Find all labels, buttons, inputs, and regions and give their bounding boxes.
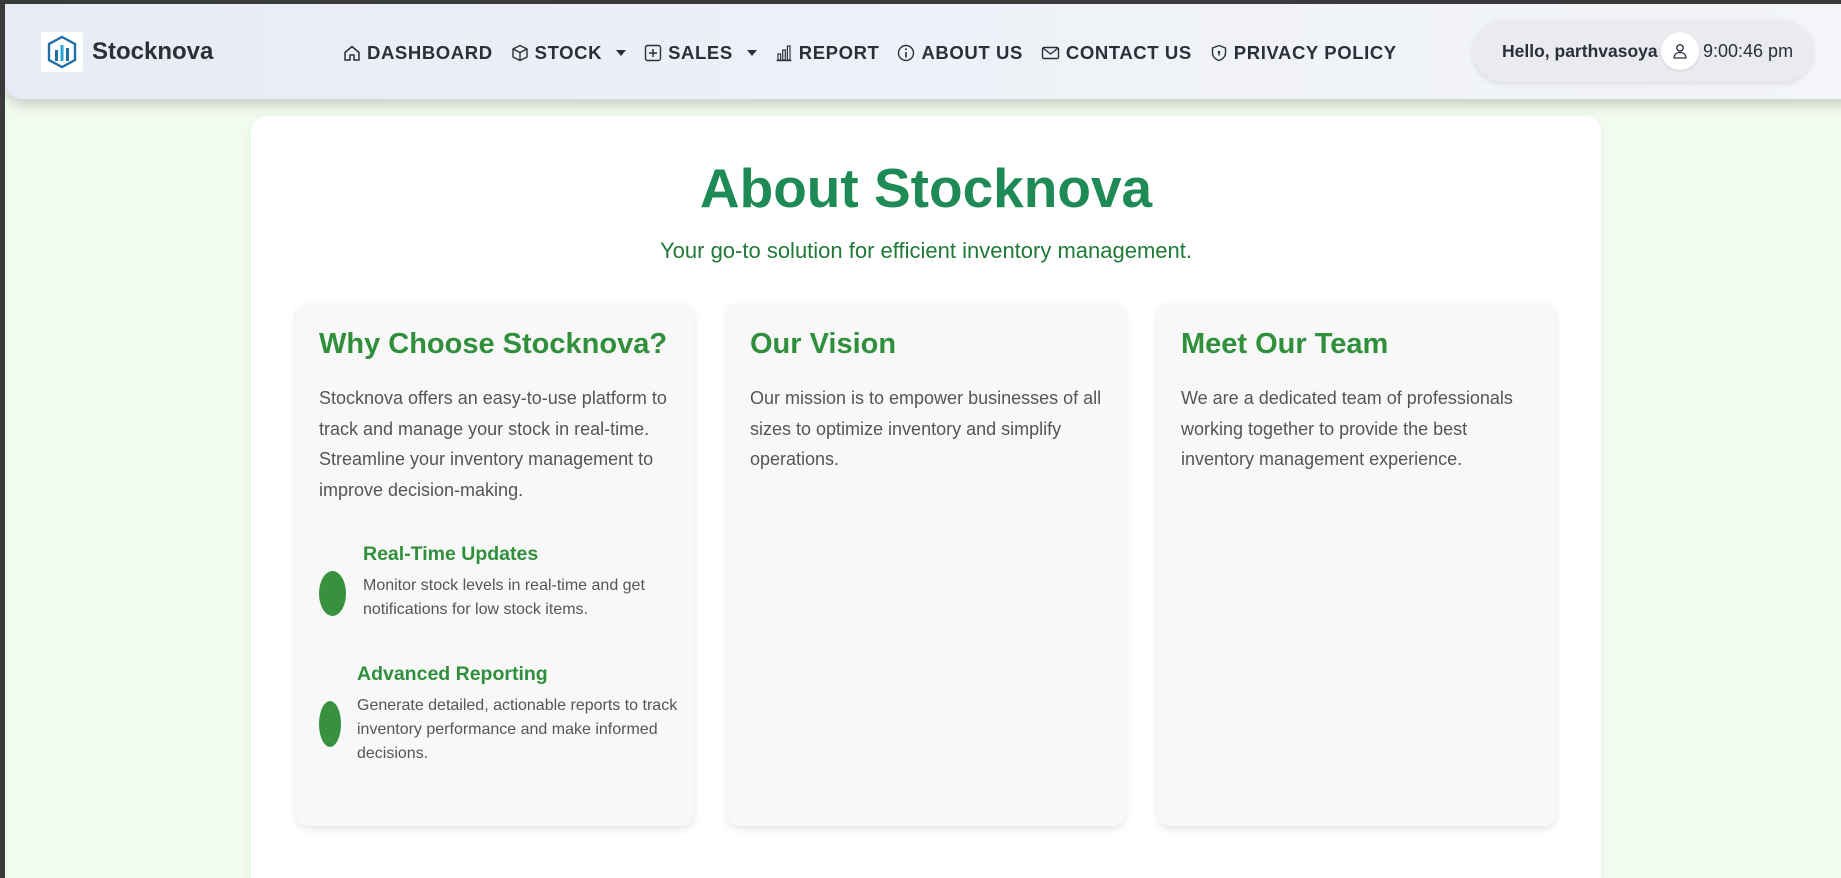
feature-title: Real-Time Updates — [363, 543, 539, 565]
nav-privacy-policy[interactable]: PRIVACY POLICY — [1210, 42, 1397, 64]
current-time: 9:00:46 pm — [1703, 41, 1794, 61]
nav-sales[interactable]: SALES — [644, 42, 757, 64]
feature-bullet-icon — [319, 571, 346, 616]
plus-square-icon — [644, 44, 662, 62]
window-left-edge — [0, 0, 5, 878]
brand[interactable]: Stocknova — [41, 32, 213, 72]
card-text: Our mission is to empower businesses of … — [750, 388, 1102, 469]
nav-stock[interactable]: STOCK — [511, 42, 627, 64]
nav-about-us-label: ABOUT US — [921, 42, 1023, 63]
nav-sales-label: SALES — [668, 42, 733, 63]
nav-stock-label: STOCK — [534, 42, 603, 63]
main-nav: DASHBOARD STOCK SALES REPORT ABOUT US CO… — [343, 40, 1397, 66]
page-title: About Stocknova — [699, 157, 1153, 219]
feature-text: Monitor stock levels in real-time and ge… — [363, 577, 645, 618]
shield-icon — [1210, 44, 1228, 62]
card-title: Why Choose Stocknova? — [319, 328, 668, 360]
nav-report-label: REPORT — [798, 42, 880, 63]
team-card: Meet Our Team We are a dedicated team of… — [1158, 303, 1556, 826]
info-icon — [897, 44, 915, 62]
box-icon — [511, 44, 529, 62]
feature-title: Advanced Reporting — [357, 663, 548, 685]
brand-name: Stocknova — [92, 38, 214, 65]
bar-chart-icon — [775, 44, 793, 62]
about-section: About Stocknova Your go-to solution for … — [251, 116, 1601, 878]
card-title: Our Vision — [750, 328, 897, 360]
chevron-down-icon — [746, 50, 757, 56]
nav-privacy-policy-label: PRIVACY POLICY — [1233, 42, 1397, 63]
why-choose-card: Why Choose Stocknova? Stocknova offers a… — [296, 303, 694, 826]
nav-about-us[interactable]: ABOUT US — [897, 42, 1022, 64]
page-subtitle: Your go-to solution for efficient invent… — [660, 238, 1192, 263]
vision-card: Our Vision Our mission is to empower bus… — [727, 303, 1125, 826]
user-greeting: Hello, parthvasoya — [1502, 41, 1658, 61]
user-menu[interactable]: Hello, parthvasoya 9:00:46 pm — [1473, 20, 1813, 82]
nav-contact-us-label: CONTACT US — [1065, 42, 1192, 63]
stocknova-logo-icon — [41, 32, 83, 72]
card-text: We are a dedicated team of professionals… — [1181, 388, 1513, 469]
navbar: Stocknova DASHBOARD STOCK SALES REPORT A… — [5, 4, 1841, 99]
window-top-edge — [0, 0, 1841, 4]
nav-contact-us[interactable]: CONTACT US — [1041, 42, 1192, 64]
card-title: Meet Our Team — [1181, 328, 1389, 360]
home-icon — [343, 44, 361, 62]
chevron-down-icon — [616, 50, 627, 56]
nav-report[interactable]: REPORT — [775, 42, 880, 64]
feature-text: Generate detailed, actionable reports to… — [357, 697, 678, 762]
feature-bullet-icon — [319, 701, 341, 747]
card-text: Stocknova offers an easy-to-use platform… — [319, 388, 667, 500]
user-icon[interactable] — [1661, 32, 1699, 70]
mail-icon — [1041, 44, 1060, 62]
nav-dashboard-label: DASHBOARD — [367, 42, 493, 63]
nav-dashboard[interactable]: DASHBOARD — [343, 42, 493, 64]
